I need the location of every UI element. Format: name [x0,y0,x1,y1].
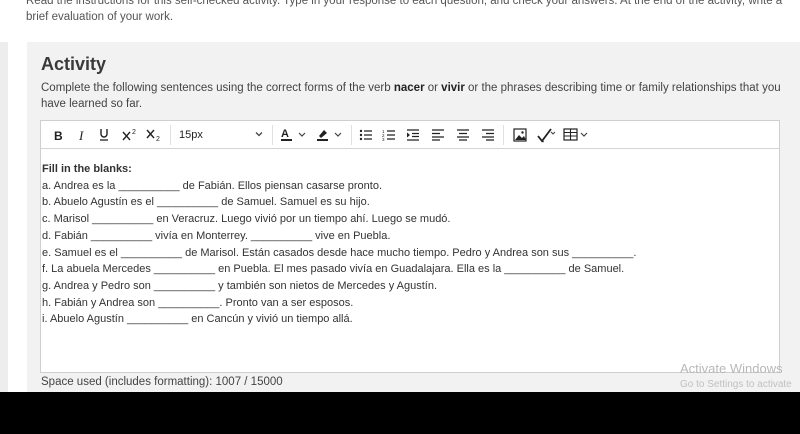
toolbar-separator [272,125,273,145]
sentence-c: c. Marisol __________ en Veracruz. Luego… [42,213,451,226]
indent-button[interactable] [405,125,421,145]
insert-table-button[interactable] [562,125,590,145]
subscript-icon: 2 [146,129,160,142]
svg-text:I: I [78,129,84,141]
indent-icon [407,129,419,141]
left-strip [0,42,8,392]
rich-text-editor[interactable]: B I 2 2 15px A 123 Fill in the blanks: a… [40,120,780,373]
page-instructions: Read the instructions for this self-chec… [26,0,783,23]
toolbar-separator [503,125,504,145]
underline-button[interactable] [96,125,112,145]
numbered-list-icon: 123 [382,129,395,141]
activate-windows-watermark: Activate Windows [680,361,783,376]
font-size-value: 15px [179,128,203,141]
highlight-icon [317,130,342,141]
align-right-button[interactable] [480,125,496,145]
sentence-e: e. Samuel es el __________ de Marisol. E… [42,246,637,259]
sentence-i: i. Abuelo Agustín __________ en Cancún y… [42,313,353,326]
align-left-button[interactable] [430,125,446,145]
italic-button[interactable]: I [73,125,89,145]
superscript-button[interactable]: 2 [121,125,139,145]
sentence-g: g. Andrea y Pedro son __________ y tambi… [42,279,438,292]
align-right-icon [482,129,494,141]
underline-icon [100,129,108,141]
text-color-button[interactable]: A [279,125,309,145]
toolbar-separator [351,125,352,145]
svg-text:B: B [54,129,63,141]
bottom-black-bar [0,392,800,434]
subscript-button[interactable]: 2 [145,125,163,145]
highlight-color-button[interactable] [315,125,345,145]
bold-icon: B [54,129,63,141]
spellcheck-button[interactable] [535,125,557,145]
svg-text:A: A [281,128,289,140]
text-color-icon: A [281,128,306,141]
verb-nacer: nacer [393,82,425,94]
align-left-icon [432,129,444,141]
desc-or: or [424,82,442,94]
align-center-icon [457,129,469,141]
numbered-list-button[interactable]: 123 [381,125,397,145]
sentence-d: d. Fabián __________ vivía en Monterrey.… [42,229,391,242]
table-icon [563,128,588,141]
bulleted-list-icon [359,129,372,141]
svg-text:2: 2 [132,129,136,136]
bulleted-list-button[interactable] [358,125,374,145]
editor-toolbar: B I 2 2 15px A 123 [41,121,779,149]
sentence-h: h. Fabián y Andrea son __________. Pront… [42,296,354,309]
sentence-b: b. Abuelo Agustín es el __________ de Sa… [42,196,370,209]
font-size-select[interactable]: 15px [174,124,268,145]
italic-icon: I [78,129,84,141]
fill-blanks-heading: Fill in the blanks: [42,163,132,175]
align-center-button[interactable] [455,125,471,145]
sentence-a: a. Andrea es la __________ de Fabián. El… [42,179,383,192]
activity-title: Activity [41,54,107,74]
svg-text:3: 3 [382,137,385,141]
image-icon [513,128,527,142]
toolbar-separator [170,125,171,145]
activate-windows-subtext: Go to Settings to activate [680,379,792,390]
svg-text:2: 2 [156,136,160,142]
editor-content[interactable]: Fill in the blanks: a. Andrea es la ____… [42,161,762,328]
space-used-counter: Space used (includes formatting): 1007 /… [41,376,283,388]
spellcheck-icon [537,128,556,143]
bold-button[interactable]: B [50,125,66,145]
verb-vivir: vivir [441,82,465,94]
chevron-down-icon [255,132,263,137]
insert-image-button[interactable] [511,125,529,145]
desc-pre: Complete the following sentences using t… [41,82,394,94]
sentence-f: f. La abuela Mercedes __________ en Pueb… [42,263,625,276]
superscript-icon: 2 [122,129,136,141]
activity-description: Complete the following sentences using t… [41,80,781,112]
